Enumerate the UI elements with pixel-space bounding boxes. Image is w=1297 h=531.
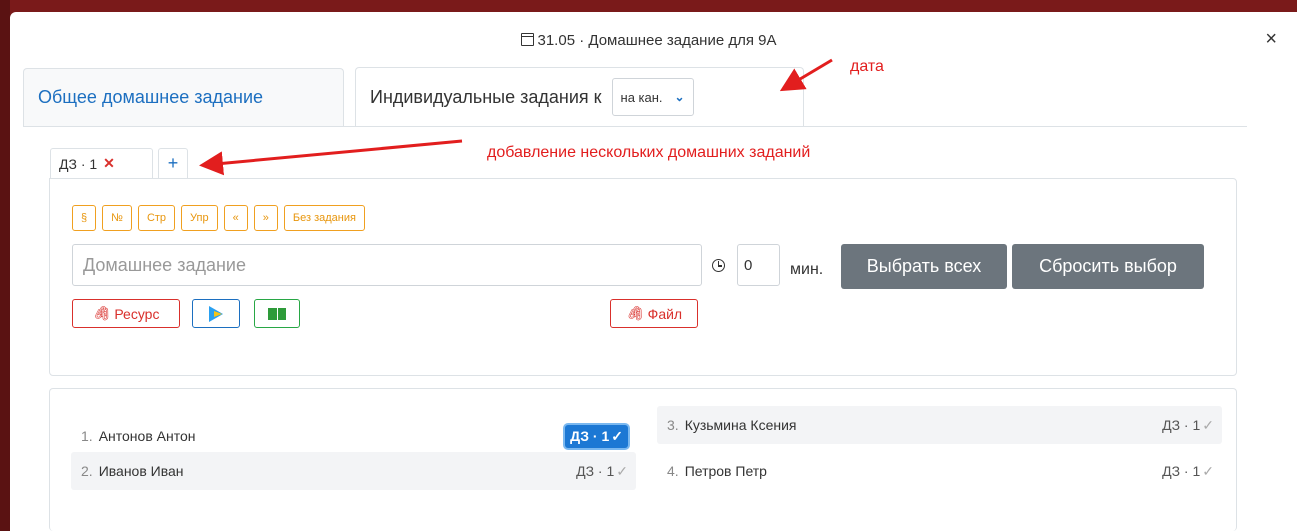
tab-general-label: Общее домашнее задание <box>38 87 264 107</box>
chip-paragraph[interactable]: § <box>72 205 97 231</box>
select-all-button[interactable]: Выбрать всех <box>841 244 1007 289</box>
chip-close-quote[interactable]: » <box>253 205 278 231</box>
attach-file-button[interactable]: 🖇 Файл <box>610 299 698 328</box>
background-left <box>0 0 10 531</box>
student-name: Антонов Антон <box>98 428 196 444</box>
student-name: Иванов Иван <box>98 463 184 479</box>
student-name: Кузьмина Ксения <box>684 417 797 433</box>
tab-hw-1-label: ДЗ · 1 <box>59 155 98 172</box>
paperclip-icon: 🖇 <box>92 305 111 321</box>
hw-badge[interactable]: ДЗ · 1 ✓ <box>576 463 628 480</box>
student-name: Петров Петр <box>684 463 767 479</box>
tab-individual-tasks[interactable]: Индивидуальные задания к на кан. ⌄ <box>355 67 804 126</box>
clock-icon <box>712 259 725 272</box>
chevron-down-icon: ⌄ <box>674 90 685 104</box>
tab-general-homework[interactable]: Общее домашнее задание <box>23 68 344 126</box>
modal-title-text: 31.05 · Домашнее задание для 9А <box>537 32 777 49</box>
close-icon[interactable]: × <box>1265 28 1277 51</box>
book-resource-button[interactable] <box>254 299 300 328</box>
homework-input[interactable] <box>72 244 702 286</box>
add-resource-button[interactable]: 🖇 Ресурс <box>72 299 180 328</box>
list-item[interactable]: 3. Кузьмина Ксения ДЗ · 1 ✓ <box>657 406 1222 444</box>
hw-badge[interactable]: ДЗ · 1 ✓ <box>1162 463 1214 480</box>
paperclip-icon: 🖇 <box>625 305 644 321</box>
hw-badge[interactable]: ДЗ · 1 ✓ <box>1162 417 1214 434</box>
list-item[interactable]: 4. Петров Петр ДЗ · 1 ✓ <box>657 452 1222 490</box>
book-icon <box>268 307 286 320</box>
video-resource-button[interactable] <box>192 299 240 328</box>
date-select[interactable]: на кан. ⌄ <box>611 78 694 116</box>
resource-label: Ресурс <box>114 305 160 322</box>
quick-insert-chips: § № Стр Упр « » Без задания <box>72 205 365 231</box>
check-icon: ✓ <box>1202 416 1214 433</box>
chip-page[interactable]: Стр <box>137 205 176 231</box>
remove-hw-icon[interactable]: ✕ <box>103 155 115 172</box>
annotation-multiple-homework: добавление нескольких домашних заданий <box>487 144 811 161</box>
chip-exercise[interactable]: Упр <box>181 205 218 231</box>
chip-no-task[interactable]: Без задания <box>283 205 365 231</box>
check-icon: ✓ <box>616 462 628 479</box>
tab-individual-label: Индивидуальные задания к <box>370 86 602 107</box>
minutes-input[interactable] <box>737 244 780 286</box>
chip-number[interactable]: № <box>102 205 132 231</box>
tab-hw-1[interactable]: ДЗ · 1 ✕ <box>50 148 153 178</box>
calendar-icon <box>520 33 534 46</box>
minutes-label: мин. <box>790 261 824 278</box>
file-label: Файл <box>647 305 683 322</box>
tabs-divider <box>23 126 1247 127</box>
check-icon: ✓ <box>1202 462 1214 479</box>
list-item[interactable]: 2. Иванов Иван ДЗ · 1 ✓ <box>71 452 636 490</box>
chip-open-quote[interactable]: « <box>223 205 248 231</box>
modal-title: 31.05 · Домашнее задание для 9А <box>0 32 1297 49</box>
hw-badge[interactable]: ДЗ · 1 ✓ <box>565 424 628 448</box>
check-icon: ✓ <box>611 427 623 444</box>
play-icon <box>209 305 223 322</box>
reset-selection-button[interactable]: Сбросить выбор <box>1012 244 1204 289</box>
list-item[interactable]: 1. Антонов Антон ДЗ · 1 ✓ <box>71 417 636 455</box>
annotation-date: дата <box>850 58 884 75</box>
date-select-value: на кан. <box>620 89 663 105</box>
add-hw-button[interactable]: + <box>158 148 188 178</box>
